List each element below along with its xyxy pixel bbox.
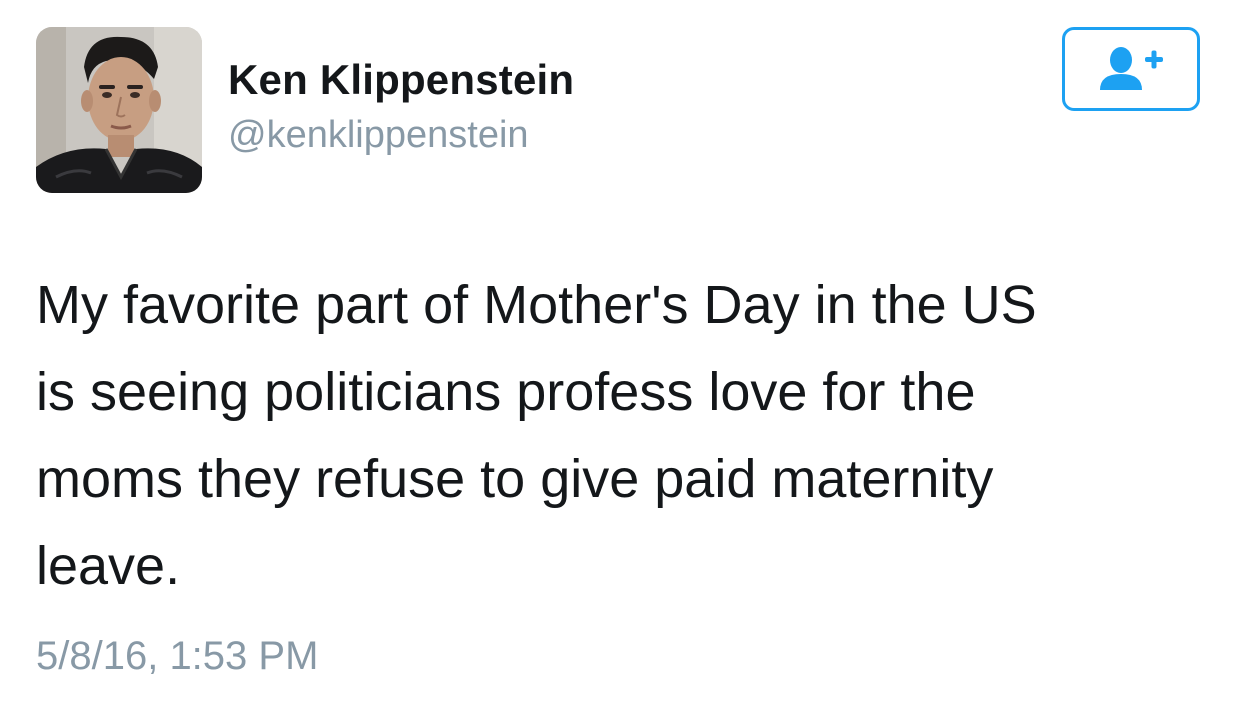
avatar-photo xyxy=(36,27,202,193)
tweet-text-line: leave. xyxy=(36,536,181,596)
tweet-text-line: My favorite part of Mother's Day in the … xyxy=(36,275,1037,335)
follow-button[interactable] xyxy=(1062,27,1200,111)
add-user-icon xyxy=(1100,47,1163,90)
tweet-text: My favorite part of Mother's Day in the … xyxy=(36,262,1196,610)
author-name[interactable]: Ken Klippenstein xyxy=(228,56,574,104)
avatar[interactable] xyxy=(36,27,202,193)
tweet-text-line: moms they refuse to give paid maternity xyxy=(36,449,994,509)
author-handle[interactable]: @kenklippenstein xyxy=(228,114,529,157)
tweet-timestamp[interactable]: 5/8/16, 1:53 PM xyxy=(36,634,318,679)
tweet-text-line: is seeing politicians profess love for t… xyxy=(36,362,976,422)
tweet-card: Ken Klippenstein @kenklippenstein My fav… xyxy=(0,0,1242,706)
